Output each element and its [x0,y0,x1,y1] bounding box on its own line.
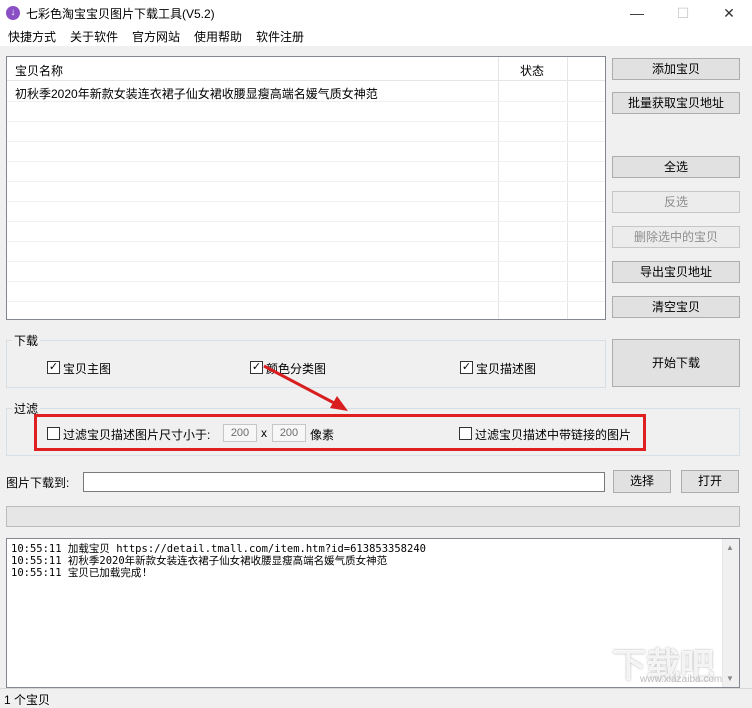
minimize-button[interactable]: — [614,0,660,26]
menu-register[interactable]: 软件注册 [256,28,304,45]
menu-about[interactable]: 关于软件 [70,28,118,45]
add-item-button[interactable]: 添加宝贝 [612,58,740,80]
row-line [7,121,605,122]
log-line: 10:55:11 宝贝已加载完成! [11,567,148,579]
row-line [7,301,605,302]
invert-selection-button[interactable]: 反选 [612,191,740,213]
annotation-arrow [263,364,348,411]
export-address-button[interactable]: 导出宝贝地址 [612,261,740,283]
row-line [7,181,605,182]
download-group-label: 下载 [12,332,41,349]
main-image-checkbox[interactable]: ✓ [47,361,60,374]
row-line [7,161,605,162]
column-status-header[interactable]: 状态 [520,62,544,79]
desc-image-checkbox[interactable]: ✓ [460,361,473,374]
scroll-up-icon[interactable]: ▲ [726,543,734,552]
batch-get-address-button[interactable]: 批量获取宝贝地址 [612,92,740,114]
choose-folder-button[interactable]: 选择 [613,470,671,493]
list-header: 宝贝名称 状态 [7,57,605,81]
menu-website[interactable]: 官方网站 [132,28,180,45]
desc-image-label: 宝贝描述图 [476,362,537,376]
download-progress-bar [6,506,740,527]
row-line [7,261,605,262]
row-line [7,281,605,282]
menu-shortcuts[interactable]: 快捷方式 [8,28,56,45]
download-path-input[interactable] [83,472,605,492]
row-line [7,221,605,222]
window-title: 七彩色淘宝宝贝图片下载工具(V5.2) [26,7,215,21]
delete-selected-button[interactable]: 删除选中的宝贝 [612,226,740,248]
scroll-down-icon[interactable]: ▼ [726,674,734,683]
item-list[interactable]: 宝贝名称 状态 初秋季2020年新款女装连衣裙子仙女裙收腰显瘦高端名媛气质女神范 [6,56,606,320]
select-all-button[interactable]: 全选 [612,156,740,178]
status-bar: 1 个宝贝 [0,688,752,708]
log-scrollbar[interactable]: ▲ ▼ [722,539,739,687]
clear-items-button[interactable]: 清空宝贝 [612,296,740,318]
menu-help[interactable]: 使用帮助 [194,28,242,45]
open-folder-button[interactable]: 打开 [681,470,739,493]
start-download-button[interactable]: 开始下载 [612,339,740,387]
table-row[interactable]: 初秋季2020年新款女装连衣裙子仙女裙收腰显瘦高端名媛气质女神范 [7,83,605,101]
column-name-header[interactable]: 宝贝名称 [15,62,63,79]
item-name-cell: 初秋季2020年新款女装连衣裙子仙女裙收腰显瘦高端名媛气质女神范 [15,87,378,101]
row-line [7,141,605,142]
row-line [7,241,605,242]
item-count-status: 1 个宝贝 [4,693,51,707]
download-path-label: 图片下载到: [6,476,70,490]
close-button[interactable]: ✕ [706,0,752,26]
maximize-button[interactable]: ☐ [660,0,706,26]
app-icon: ↓ [6,6,20,20]
watermark-url: www.xiazaiba.com [640,674,723,685]
row-line [7,201,605,202]
main-image-label: 宝贝主图 [63,362,112,376]
